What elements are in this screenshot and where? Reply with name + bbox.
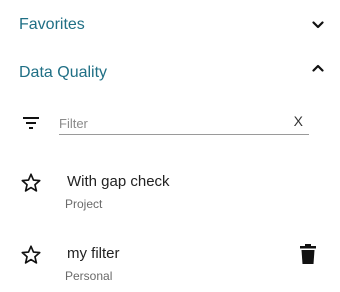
chevron-down-icon[interactable] bbox=[311, 18, 325, 32]
list-item[interactable]: my filter Personal bbox=[0, 242, 340, 292]
star-outline-icon[interactable] bbox=[20, 244, 42, 266]
filter-list-icon[interactable] bbox=[21, 115, 41, 131]
favorites-title: Favorites bbox=[19, 16, 85, 33]
item-title: With gap check bbox=[67, 173, 170, 190]
item-subtitle: Project bbox=[65, 197, 103, 211]
filter-field: X bbox=[59, 112, 309, 135]
list-item[interactable]: With gap check Project bbox=[0, 170, 340, 220]
chevron-up-icon[interactable] bbox=[311, 61, 325, 75]
data-quality-title: Data Quality bbox=[19, 64, 108, 81]
star-outline-icon[interactable] bbox=[20, 172, 42, 194]
filter-row: X bbox=[0, 108, 340, 138]
filter-input[interactable] bbox=[59, 113, 279, 133]
trash-icon[interactable] bbox=[299, 244, 319, 266]
favorites-section-header[interactable]: Favorites bbox=[0, 7, 340, 43]
data-quality-section-header[interactable]: Data Quality bbox=[0, 55, 340, 91]
clear-filter-button[interactable]: X bbox=[294, 113, 303, 129]
item-title: my filter bbox=[67, 245, 120, 262]
item-subtitle: Personal bbox=[65, 269, 113, 283]
